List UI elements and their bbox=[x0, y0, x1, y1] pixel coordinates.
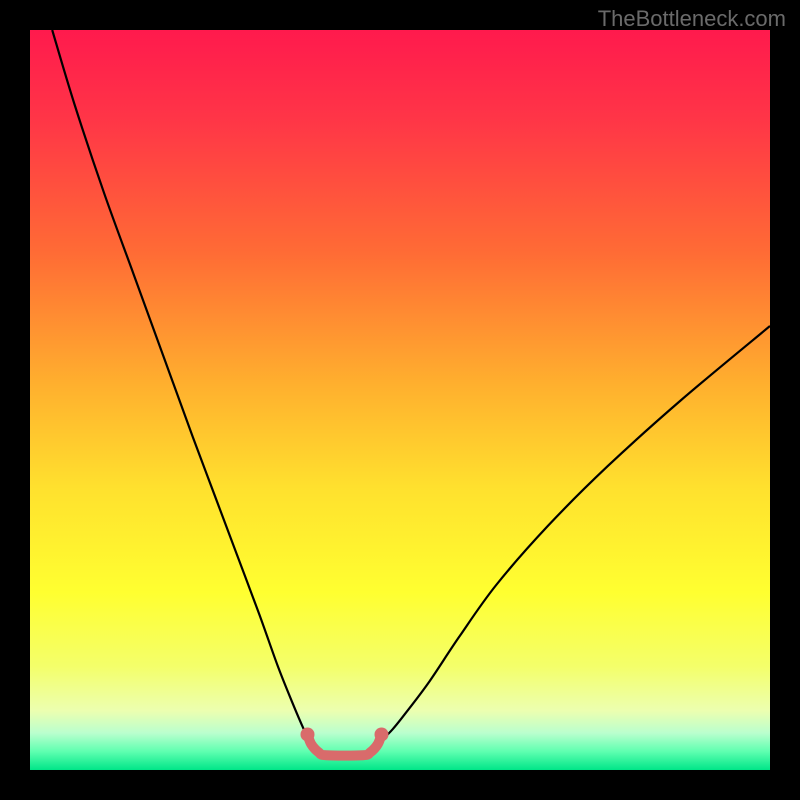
chart-svg bbox=[30, 30, 770, 770]
chart-plot-area bbox=[30, 30, 770, 770]
marker-dot-left bbox=[301, 727, 315, 741]
watermark-text: TheBottleneck.com bbox=[598, 6, 786, 32]
chart-background bbox=[30, 30, 770, 770]
marker-dot-right bbox=[375, 727, 389, 741]
